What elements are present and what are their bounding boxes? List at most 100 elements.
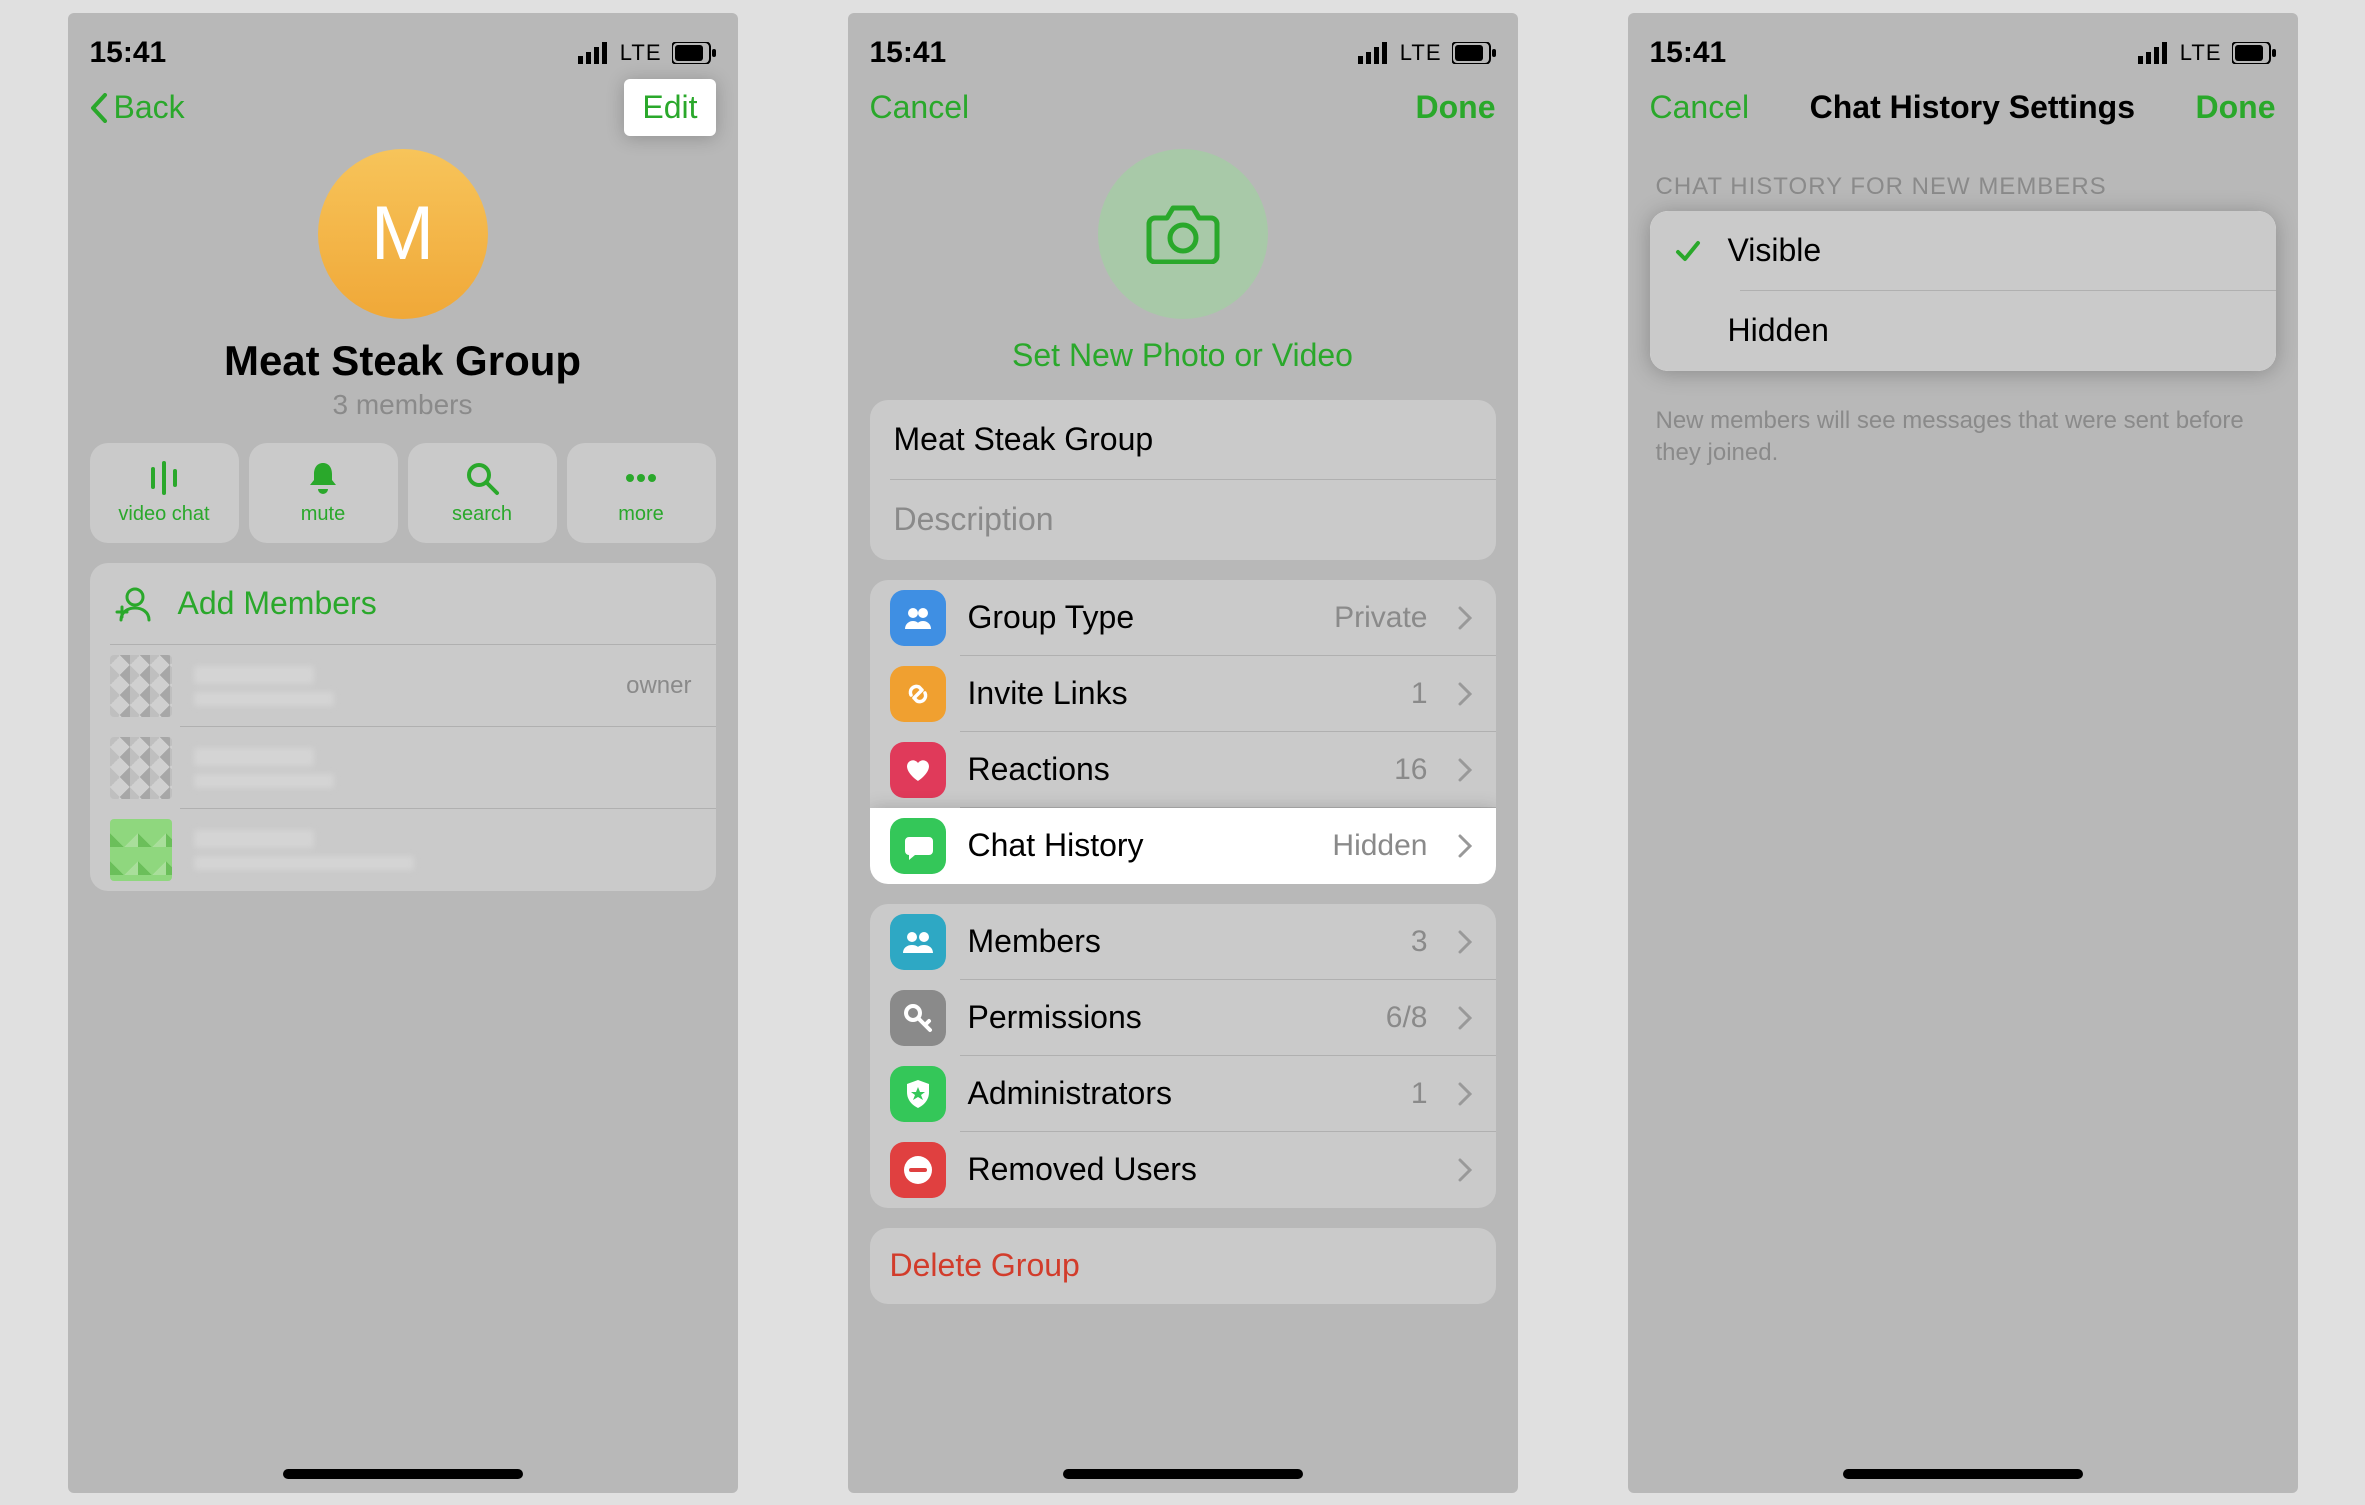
network-label: LTE bbox=[2180, 40, 2222, 66]
status-time: 15:41 bbox=[1650, 36, 1727, 70]
member-name-blurred bbox=[194, 830, 692, 870]
members-row[interactable]: Members 3 bbox=[870, 904, 1496, 980]
group-photo-button[interactable] bbox=[1098, 149, 1268, 319]
status-bar: 15:41 LTE bbox=[90, 33, 716, 73]
chat-icon bbox=[890, 818, 946, 874]
group-desc-input[interactable]: Description bbox=[870, 480, 1496, 560]
check-icon bbox=[1674, 237, 1702, 265]
removed-users-label: Removed Users bbox=[968, 1151, 1406, 1188]
battery-icon bbox=[1452, 42, 1496, 64]
set-photo-link[interactable]: Set New Photo or Video bbox=[870, 337, 1496, 374]
reactions-row[interactable]: Reactions 16 bbox=[870, 732, 1496, 808]
video-chat-button[interactable]: video chat bbox=[90, 443, 239, 543]
done-button[interactable]: Done bbox=[2195, 89, 2275, 126]
avatar-letter: M bbox=[371, 190, 434, 277]
members-icon bbox=[890, 914, 946, 970]
option-visible[interactable]: Visible bbox=[1650, 211, 2276, 291]
administrators-value: 1 bbox=[1411, 1077, 1428, 1111]
phone-history-settings: 15:41 LTE Cancel Chat History Settings D… bbox=[1628, 13, 2298, 1493]
signal-icon bbox=[2138, 42, 2170, 64]
chat-history-row[interactable]: Chat History Hidden bbox=[870, 808, 1496, 884]
reactions-label: Reactions bbox=[968, 751, 1373, 788]
signal-icon bbox=[1358, 42, 1390, 64]
network-label: LTE bbox=[1400, 40, 1442, 66]
members-panel: Add Members owner bbox=[90, 563, 716, 891]
add-member-icon bbox=[110, 581, 156, 627]
permissions-label: Permissions bbox=[968, 999, 1364, 1036]
chevron-right-icon bbox=[1458, 606, 1472, 630]
add-members-label: Add Members bbox=[178, 585, 692, 622]
mute-button[interactable]: mute bbox=[249, 443, 398, 543]
reactions-value: 16 bbox=[1394, 753, 1427, 787]
settings-panel-1: Group Type Private Invite Links 1 Reacti… bbox=[870, 580, 1496, 884]
name-panel: Meat Steak Group Description bbox=[870, 400, 1496, 560]
status-right: LTE bbox=[1358, 40, 1496, 66]
back-button[interactable]: Back bbox=[90, 89, 185, 126]
more-button[interactable]: more bbox=[567, 443, 716, 543]
key-icon bbox=[890, 990, 946, 1046]
group-desc-placeholder: Description bbox=[894, 501, 1054, 538]
group-name-value: Meat Steak Group bbox=[894, 421, 1154, 458]
status-bar: 15:41 LTE bbox=[870, 33, 1496, 73]
administrators-row[interactable]: Administrators 1 bbox=[870, 1056, 1496, 1132]
member-row[interactable]: owner bbox=[90, 645, 716, 727]
minus-icon bbox=[890, 1142, 946, 1198]
chevron-right-icon bbox=[1458, 1158, 1472, 1182]
chat-history-value: Hidden bbox=[1332, 829, 1427, 863]
back-label: Back bbox=[114, 89, 185, 126]
signal-icon bbox=[578, 42, 610, 64]
mute-label: mute bbox=[301, 503, 345, 526]
invite-links-row[interactable]: Invite Links 1 bbox=[870, 656, 1496, 732]
removed-users-row[interactable]: Removed Users bbox=[870, 1132, 1496, 1208]
member-name-blurred bbox=[194, 666, 605, 706]
invite-links-value: 1 bbox=[1411, 677, 1428, 711]
cancel-button[interactable]: Cancel bbox=[870, 89, 970, 126]
nav-bar: Cancel Chat History Settings Done bbox=[1650, 73, 2276, 143]
group-avatar[interactable]: M bbox=[318, 149, 488, 319]
chevron-right-icon bbox=[1458, 682, 1472, 706]
done-button[interactable]: Done bbox=[1415, 89, 1495, 126]
link-icon bbox=[890, 666, 946, 722]
chevron-left-icon bbox=[90, 93, 108, 123]
settings-panel-2: Members 3 Permissions 6/8 Administrators… bbox=[870, 904, 1496, 1208]
option-hidden[interactable]: Hidden bbox=[1650, 291, 2276, 371]
group-type-icon bbox=[890, 590, 946, 646]
phone-edit-group: 15:41 LTE Cancel Done Set New Photo or V… bbox=[848, 13, 1518, 1493]
more-icon bbox=[622, 459, 660, 497]
nav-bar: Cancel Done bbox=[870, 73, 1496, 143]
action-row: video chat mute search more bbox=[90, 443, 716, 543]
battery-icon bbox=[672, 42, 716, 64]
home-indicator[interactable] bbox=[1843, 1469, 2083, 1479]
home-indicator[interactable] bbox=[1063, 1469, 1303, 1479]
status-time: 15:41 bbox=[90, 36, 167, 70]
network-label: LTE bbox=[620, 40, 662, 66]
members-value: 3 bbox=[1411, 925, 1428, 959]
member-row[interactable] bbox=[90, 809, 716, 891]
group-type-value: Private bbox=[1334, 601, 1427, 635]
home-indicator[interactable] bbox=[283, 1469, 523, 1479]
edit-button[interactable]: Edit bbox=[624, 79, 715, 136]
group-type-row[interactable]: Group Type Private bbox=[870, 580, 1496, 656]
search-icon bbox=[463, 459, 501, 497]
history-options-panel: Visible Hidden bbox=[1650, 211, 2276, 371]
permissions-row[interactable]: Permissions 6/8 bbox=[870, 980, 1496, 1056]
member-avatar bbox=[110, 819, 172, 881]
video-chat-label: video chat bbox=[118, 503, 209, 526]
chevron-right-icon bbox=[1458, 834, 1472, 858]
shield-icon bbox=[890, 1066, 946, 1122]
group-name-input[interactable]: Meat Steak Group bbox=[870, 400, 1496, 480]
group-type-label: Group Type bbox=[968, 599, 1313, 636]
search-button[interactable]: search bbox=[408, 443, 557, 543]
member-row[interactable] bbox=[90, 727, 716, 809]
chevron-right-icon bbox=[1458, 1006, 1472, 1030]
status-time: 15:41 bbox=[870, 36, 947, 70]
members-label: Members bbox=[968, 923, 1389, 960]
chevron-right-icon bbox=[1458, 758, 1472, 782]
delete-group-label: Delete Group bbox=[890, 1247, 1472, 1284]
add-members-row[interactable]: Add Members bbox=[90, 563, 716, 645]
invite-links-label: Invite Links bbox=[968, 675, 1389, 712]
bell-icon bbox=[304, 459, 342, 497]
delete-group-button[interactable]: Delete Group bbox=[870, 1228, 1496, 1304]
page-title: Chat History Settings bbox=[1810, 89, 2135, 126]
cancel-button[interactable]: Cancel bbox=[1650, 89, 1750, 126]
